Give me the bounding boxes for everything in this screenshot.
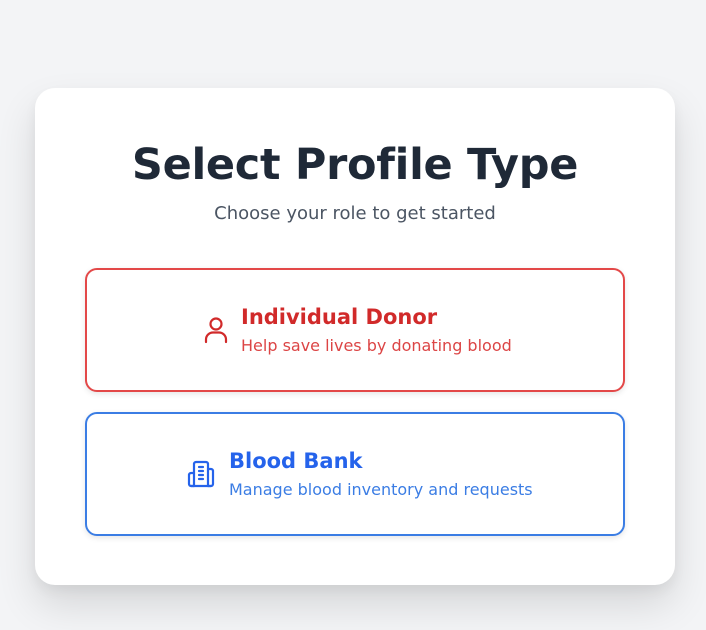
individual-donor-content: Individual Donor Help save lives by dona… — [201, 270, 512, 390]
blood-bank-description: Manage blood inventory and requests — [229, 480, 533, 499]
individual-donor-text: Individual Donor Help save lives by dona… — [241, 304, 512, 356]
individual-donor-option[interactable]: Individual Donor Help save lives by dona… — [85, 268, 625, 392]
blood-bank-option[interactable]: Blood Bank Manage blood inventory and re… — [85, 412, 625, 536]
blood-bank-text: Blood Bank Manage blood inventory and re… — [229, 448, 533, 500]
blood-bank-content: Blood Bank Manage blood inventory and re… — [185, 414, 533, 534]
profile-type-card: Select Profile Type Choose your role to … — [35, 88, 675, 585]
page-title: Select Profile Type — [131, 140, 579, 190]
user-icon — [201, 314, 231, 346]
blood-bank-title: Blood Bank — [229, 449, 363, 473]
page-subtitle: Choose your role to get started — [214, 203, 496, 224]
building-icon — [185, 458, 217, 490]
individual-donor-description: Help save lives by donating blood — [241, 336, 512, 355]
individual-donor-title: Individual Donor — [241, 305, 438, 329]
